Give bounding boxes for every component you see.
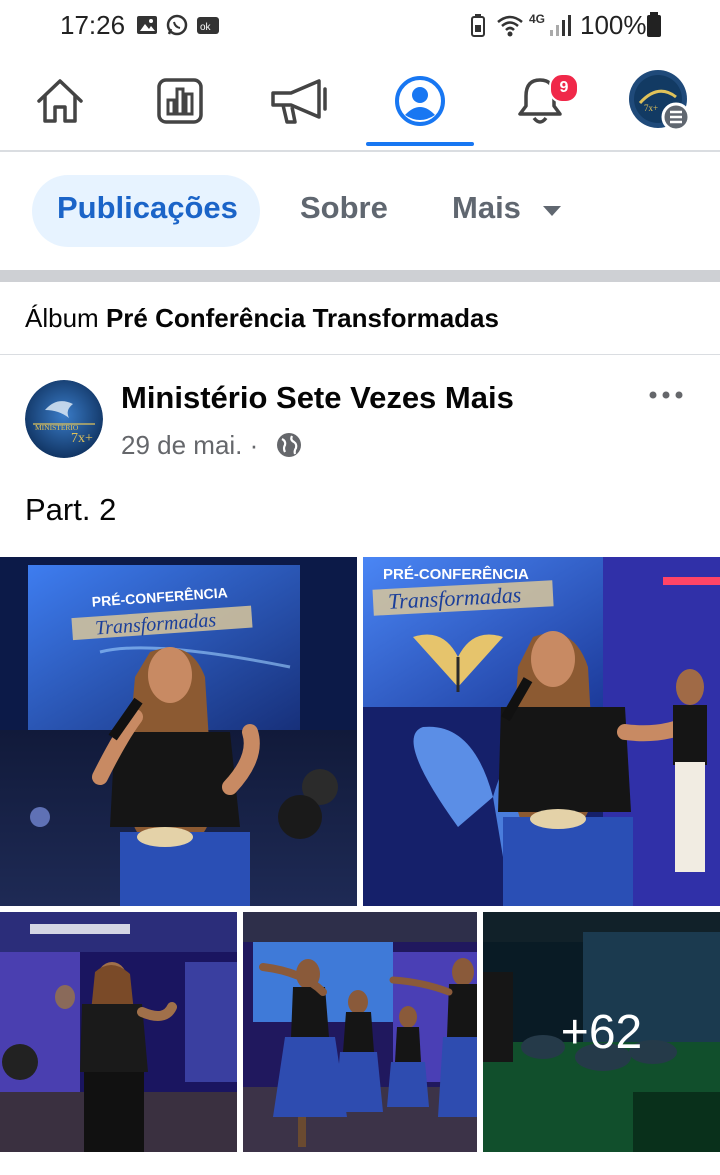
ministry-logo: MINISTÉRIO 7x+ (25, 380, 103, 458)
nav-notifications[interactable] (485, 52, 595, 150)
photo-2[interactable]: PRÉ-CONFERÊNCIA Transformadas (363, 557, 720, 906)
svg-text:ok: ok (200, 22, 212, 33)
photo-2-banner-title: PRÉ-CONFERÊNCIA (383, 565, 529, 583)
signal-icon (550, 15, 571, 36)
nav-feeds[interactable] (125, 52, 235, 150)
globe-icon (277, 433, 301, 457)
battery-icon (647, 12, 661, 37)
svg-text:7x+: 7x+ (71, 431, 93, 446)
photo-1[interactable]: PRÉ-CONFERÊNCIA Transformadas (0, 557, 357, 906)
gallery-notification-icon (137, 16, 157, 34)
network-type: 4G (529, 12, 546, 26)
whatsapp-notification-icon (166, 14, 188, 36)
app-notification-icon: ok (197, 17, 219, 34)
post-author[interactable]: Ministério Sete Vezes Mais (121, 380, 514, 416)
album-name: Pré Conferência Transformadas (105, 303, 499, 333)
section-divider (0, 270, 720, 282)
album-title[interactable]: Álbum Pré Conferência Transformadas (25, 303, 499, 334)
post-text: Part. 2 (25, 492, 117, 527)
battery-percent: 100% (580, 10, 647, 40)
bottom-gap (0, 1152, 720, 1175)
tab-about[interactable]: Sobre (300, 190, 388, 226)
nav-profile[interactable] (365, 52, 475, 150)
photo-3[interactable] (0, 912, 237, 1152)
nav-menu[interactable]: 7x+ (605, 52, 715, 150)
tab-more[interactable]: Mais (452, 190, 521, 226)
home-icon (37, 79, 83, 123)
active-tab-indicator (366, 142, 474, 146)
nav-ads[interactable] (245, 52, 355, 150)
profile-icon (395, 76, 445, 126)
album-prefix: Álbum (25, 303, 99, 333)
battery-saver-icon (471, 14, 485, 37)
notification-badge: 9 (549, 73, 579, 103)
tab-posts[interactable]: Publicações (57, 190, 238, 226)
avatar-menu-icon: 7x+ (629, 70, 691, 132)
status-bar: 17:26 ok 4G 100% (0, 0, 720, 52)
more-photos-overlay[interactable]: +62 (483, 912, 720, 1152)
photo-3-image (0, 912, 237, 1152)
chevron-down-icon (543, 206, 561, 216)
photo-1-image: PRÉ-CONFERÊNCIA Transformadas (0, 557, 357, 906)
top-navigation: 7x+ (0, 52, 720, 152)
post-date[interactable]: 29 de mai. · (121, 430, 258, 461)
feeds-icon (157, 78, 203, 124)
photo-4-image (243, 912, 477, 1152)
photo-5[interactable]: +62 (483, 912, 720, 1152)
status-time: 17:26 (60, 10, 126, 40)
svg-text:7x+: 7x+ (644, 103, 658, 113)
photo-2-image: PRÉ-CONFERÊNCIA Transformadas (363, 557, 720, 906)
page-avatar[interactable]: MINISTÉRIO 7x+ (25, 380, 103, 458)
more-options-icon[interactable] (648, 388, 684, 402)
nav-home[interactable] (5, 52, 115, 150)
wifi-icon (497, 15, 523, 37)
megaphone-icon (271, 79, 327, 124)
photo-4[interactable] (243, 912, 477, 1152)
